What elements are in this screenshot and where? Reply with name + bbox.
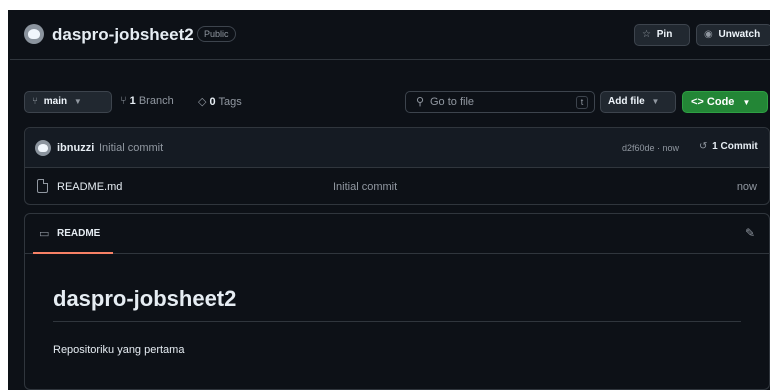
tag-icon: ◇ [198,96,210,108]
tag-count: 0 [209,96,216,108]
file-list: ibnuzzi Initial commit d2f60de · now ↺ 1… [24,127,770,205]
branches-link[interactable]: ⑂ 1 Branch [120,95,174,107]
history-icon: ↺ [699,141,708,152]
branch-select-button[interactable]: ⑂ main ▼ [24,91,112,113]
commit-message[interactable]: Initial commit [99,142,163,154]
file-commit-time: now [736,181,757,193]
readme-paragraph: Repositoriku yang pertama [53,344,185,356]
owner-avatar[interactable] [24,24,44,44]
pin-icon: ☆ [642,29,651,40]
git-branch-icon: ⑂ [120,95,130,107]
git-branch-icon: ⑂ [32,96,38,107]
repo-title[interactable]: daspro-jobsheet2 [52,25,194,45]
code-icon: <> [691,96,707,108]
branch-count: 1 [129,95,136,107]
tab-readme[interactable]: ▭ README [33,214,113,254]
readme-header: ▭ README ✎ [25,214,769,254]
book-icon: ▭ [39,228,50,240]
branch-name: main [43,96,68,107]
repo-header: daspro-jobsheet2 Public ☆ Pin ◉ Unwatch [10,10,770,60]
pin-button[interactable]: ☆ Pin [634,24,690,46]
unwatch-button[interactable]: ◉ Unwatch [696,24,770,46]
shortcut-key: t [576,96,588,109]
visibility-badge: Public [197,26,236,42]
latest-commit-row: ibnuzzi Initial commit d2f60de · now ↺ 1… [25,128,769,168]
edit-pencil-icon[interactable]: ✎ [745,226,755,240]
go-to-file-placeholder: Go to file [430,96,475,108]
go-to-file-input[interactable]: ⚲ Go to file t [405,91,595,113]
window-top-edge [0,0,770,10]
chevron-down-icon: ▼ [651,97,660,106]
repo-page: daspro-jobsheet2 Public ☆ Pin ◉ Unwatch … [10,10,770,390]
search-icon: ⚲ [416,96,425,108]
file-name[interactable]: README.md [57,181,122,193]
tags-link[interactable]: ◇ 0 Tags [198,95,242,108]
readme-tab-label: README [57,228,101,239]
tag-label: Tags [218,96,242,108]
readme-heading: daspro-jobsheet2 [53,286,237,311]
window-left-edge [0,0,8,390]
code-label: Code [706,96,735,108]
commit-count: 1 Commit [712,141,758,152]
file-icon [37,179,48,193]
code-button[interactable]: <> Code ▼ [682,91,768,113]
add-file-button[interactable]: Add file ▼ [600,91,676,113]
chevron-down-icon: ▼ [73,97,82,106]
eye-icon: ◉ [704,29,713,40]
pin-label: Pin [656,29,673,40]
author-avatar[interactable] [35,140,51,156]
divider [53,321,741,322]
file-commit-message[interactable]: Initial commit [333,181,397,193]
add-file-label: Add file [608,96,645,107]
branch-label: Branch [138,95,174,107]
commits-link[interactable]: ↺ 1 Commit [699,141,758,152]
chevron-down-icon: ▼ [742,98,751,107]
commit-hash-time[interactable]: d2f60de · now [622,143,679,153]
readme-panel: ▭ README ✎ daspro-jobsheet2 Repositoriku… [24,213,770,390]
unwatch-label: Unwatch [718,29,761,40]
table-row[interactable]: README.md Initial commit now [25,168,769,204]
commit-author[interactable]: ibnuzzi [57,142,94,154]
